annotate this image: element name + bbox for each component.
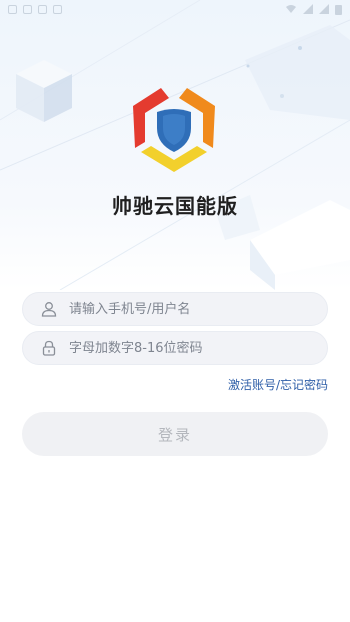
notification-icon xyxy=(8,4,17,14)
activate-forgot-password-link[interactable]: 激活账号/忘记密码 xyxy=(228,376,328,393)
user-icon xyxy=(41,301,57,317)
login-button[interactable]: 登录 xyxy=(22,412,328,456)
message-icon xyxy=(38,4,47,14)
status-bar xyxy=(0,0,350,18)
lock-icon xyxy=(41,340,57,356)
battery-icon xyxy=(335,4,342,15)
status-bar-right-icons xyxy=(285,4,342,15)
username-field[interactable] xyxy=(22,292,328,326)
app-title: 帅驰云国能版 xyxy=(112,194,238,218)
password-input[interactable] xyxy=(69,332,327,364)
username-input[interactable] xyxy=(69,293,327,325)
app-logo xyxy=(133,88,215,172)
signal-icon xyxy=(303,4,313,14)
status-bar-left-icons xyxy=(8,4,62,14)
gallery-icon xyxy=(53,4,62,14)
password-field[interactable] xyxy=(22,331,328,365)
signal-2-icon xyxy=(319,4,329,14)
wifi-icon xyxy=(286,5,296,13)
sync-icon xyxy=(23,4,32,14)
